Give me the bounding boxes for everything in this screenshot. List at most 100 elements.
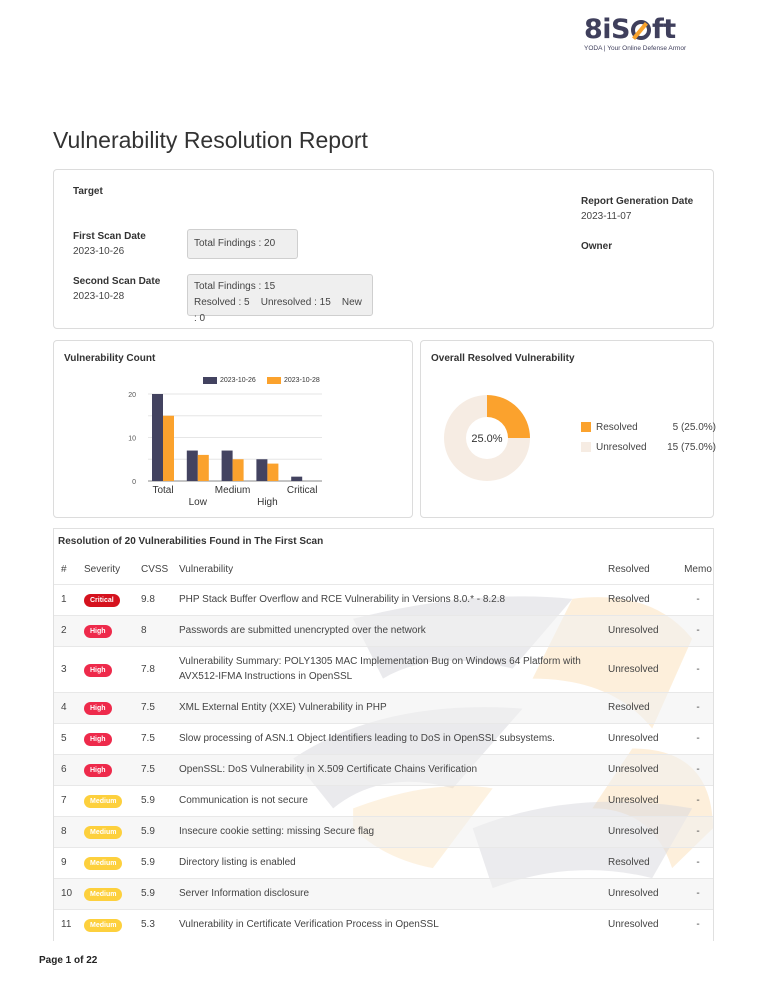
cvss-score: 7.5 bbox=[141, 702, 155, 713]
target-label: Target bbox=[73, 186, 103, 197]
severity-badge: Medium bbox=[84, 826, 123, 839]
resolved-status: Unresolved bbox=[608, 733, 659, 744]
bar-total-2023-10-26 bbox=[152, 394, 163, 481]
row-number: 1 bbox=[61, 594, 67, 605]
first-scan-date: 2023-10-26 bbox=[73, 246, 125, 257]
owner-label: Owner bbox=[581, 241, 613, 252]
brand-name-left: 8iS bbox=[584, 14, 631, 45]
report-date: 2023-11-07 bbox=[581, 211, 632, 222]
col-header-resolved: Resolved bbox=[608, 564, 650, 576]
table-row: 1 Critical 9.8 PHP Stack Buffer Overflow an… bbox=[54, 584, 713, 615]
cvss-score: 5.9 bbox=[141, 795, 155, 806]
memo: - bbox=[696, 594, 700, 605]
severity-cell: Critical bbox=[84, 584, 139, 615]
first-scan-total-findings: Total Findings : 20 bbox=[194, 238, 276, 249]
table-row: 6 High 7.5 OpenSSL: DoS Vulnerability in X.… bbox=[54, 754, 713, 785]
legend-swatch-resolved bbox=[581, 422, 591, 432]
row-number: 4 bbox=[61, 702, 67, 713]
severity-cell: Medium bbox=[84, 847, 139, 878]
severity-cell: High bbox=[84, 646, 139, 692]
page-title: Vulnerability Resolution Report bbox=[53, 127, 368, 153]
severity-cell: Medium bbox=[84, 785, 139, 816]
legend-value-resolved: 5 (25.0%) bbox=[672, 421, 716, 433]
col-header-vulnerability: Vulnerability bbox=[179, 564, 234, 576]
vulnerability-name: Slow processing of ASN.1 Object Identifi… bbox=[179, 733, 555, 744]
second-scan-total-findings: Total Findings : 15 bbox=[194, 281, 276, 292]
row-number: 9 bbox=[61, 857, 67, 868]
severity-badge: High bbox=[84, 625, 112, 638]
memo: - bbox=[696, 888, 700, 899]
severity-cell: Medium bbox=[84, 909, 139, 940]
table-row: 7 Medium 5.9 Communication is not secure Unr… bbox=[54, 785, 713, 816]
memo: - bbox=[696, 702, 700, 713]
col-header-memo: Memo bbox=[684, 564, 712, 576]
memo: - bbox=[696, 795, 700, 806]
vulnerability-name: Vulnerability Summary: POLY1305 MAC Impl… bbox=[179, 656, 581, 682]
bar-medium-2023-10-28 bbox=[232, 459, 244, 481]
table-row: 4 High 7.5 XML External Entity (XXE) Vulner… bbox=[54, 692, 713, 723]
severity-cell: High bbox=[84, 615, 139, 646]
second-scan-label: Second Scan Date bbox=[73, 276, 161, 287]
vulnerability-name: XML External Entity (XXE) Vulnerability … bbox=[179, 702, 387, 713]
cvss-score: 5.3 bbox=[141, 919, 155, 931]
row-number: 7 bbox=[61, 795, 67, 806]
page-number: Page 1 of 22 bbox=[39, 955, 98, 966]
vulnerability-name: Communication is not secure bbox=[179, 795, 308, 806]
brand-wordmark: 8iS ft bbox=[584, 16, 696, 44]
cvss-score: 5.9 bbox=[141, 857, 155, 868]
severity-cell: Medium bbox=[84, 816, 139, 847]
table-row: 3 High 7.8 Vulnerability Summary: POLY1305 … bbox=[54, 646, 713, 692]
table-row: 5 High 7.5 Slow processing of ASN.1 Object … bbox=[54, 723, 713, 754]
cvss-score: 7.8 bbox=[141, 663, 155, 675]
brand-name-right: ft bbox=[652, 14, 676, 45]
severity-badge: Medium bbox=[84, 795, 123, 808]
severity-cell: High bbox=[84, 723, 139, 754]
severity-badge: Medium bbox=[84, 857, 123, 870]
second-scan-unresolved: Unresolved : 15 bbox=[260, 297, 331, 308]
bar-total-2023-10-28 bbox=[163, 415, 174, 481]
bar-medium-2023-10-26 bbox=[221, 450, 233, 481]
x-tick-label: Low bbox=[189, 497, 208, 508]
memo: - bbox=[696, 857, 700, 868]
cvss-score: 5.9 bbox=[141, 888, 155, 899]
vulnerability-name: Server Information disclosure bbox=[179, 888, 310, 899]
cvss-score: 7.5 bbox=[141, 733, 155, 744]
vulnerability-count-card: Vulnerability Count 2023-10-26 2023-10-2… bbox=[53, 340, 413, 518]
table-row: 2 High 8 Passwords are submitted unencrypte… bbox=[54, 615, 713, 646]
x-tick-label: Critical bbox=[287, 485, 318, 496]
bar-low-2023-10-28 bbox=[197, 454, 209, 481]
second-scan-date: 2023-10-28 bbox=[73, 291, 125, 302]
vulnerability-name: PHP Stack Buffer Overflow and RCE Vulner… bbox=[179, 594, 506, 605]
vulnerability-name: OpenSSL: DoS Vulnerability in X.509 Cert… bbox=[179, 764, 478, 775]
resolved-status: Unresolved bbox=[608, 764, 659, 775]
severity-badge: Medium bbox=[84, 888, 123, 901]
row-number: 3 bbox=[61, 663, 67, 675]
row-number: 10 bbox=[61, 888, 73, 899]
resolution-table-card: Resolution of 20 Vulnerabilities Found i… bbox=[53, 528, 714, 941]
y-tick-label: 20 bbox=[128, 392, 136, 399]
second-scan-breakdown: Resolved : 5 Unresolved : 15 New : 0 bbox=[194, 295, 366, 327]
overall-resolved-card: Overall Resolved Vulnerability 25.0% Res… bbox=[420, 340, 716, 518]
x-tick-label: High bbox=[257, 497, 278, 508]
severity-badge: High bbox=[84, 702, 112, 715]
memo: - bbox=[696, 733, 700, 744]
row-number: 8 bbox=[61, 826, 67, 837]
row-number: 2 bbox=[61, 625, 67, 636]
x-tick-label: Total bbox=[152, 485, 173, 496]
resolved-status: Unresolved bbox=[608, 663, 659, 675]
second-scan-resolved: Resolved : 5 bbox=[194, 297, 250, 308]
cvss-score: 5.9 bbox=[141, 826, 155, 837]
bar-critical-2023-10-26 bbox=[291, 476, 303, 481]
resolved-status: Resolved bbox=[608, 702, 650, 713]
vulnerability-table: # Severity CVSS Vulnerability Resolved M… bbox=[54, 556, 713, 940]
x-tick-label: Medium bbox=[215, 485, 251, 496]
resolved-status: Unresolved bbox=[608, 625, 659, 636]
cvss-score: 9.8 bbox=[141, 594, 155, 605]
donut-legend-unresolved: Unresolved 15 (75.0%) bbox=[581, 437, 716, 457]
legend-swatch-unresolved bbox=[581, 442, 591, 452]
memo: - bbox=[696, 625, 700, 636]
y-tick-label: 10 bbox=[128, 436, 136, 443]
donut-center-label: 25.0% bbox=[471, 433, 502, 445]
brand-logo: 8iS ft YODA | Your Online Defense Armor bbox=[584, 16, 696, 53]
severity-badge: Critical bbox=[84, 594, 120, 607]
